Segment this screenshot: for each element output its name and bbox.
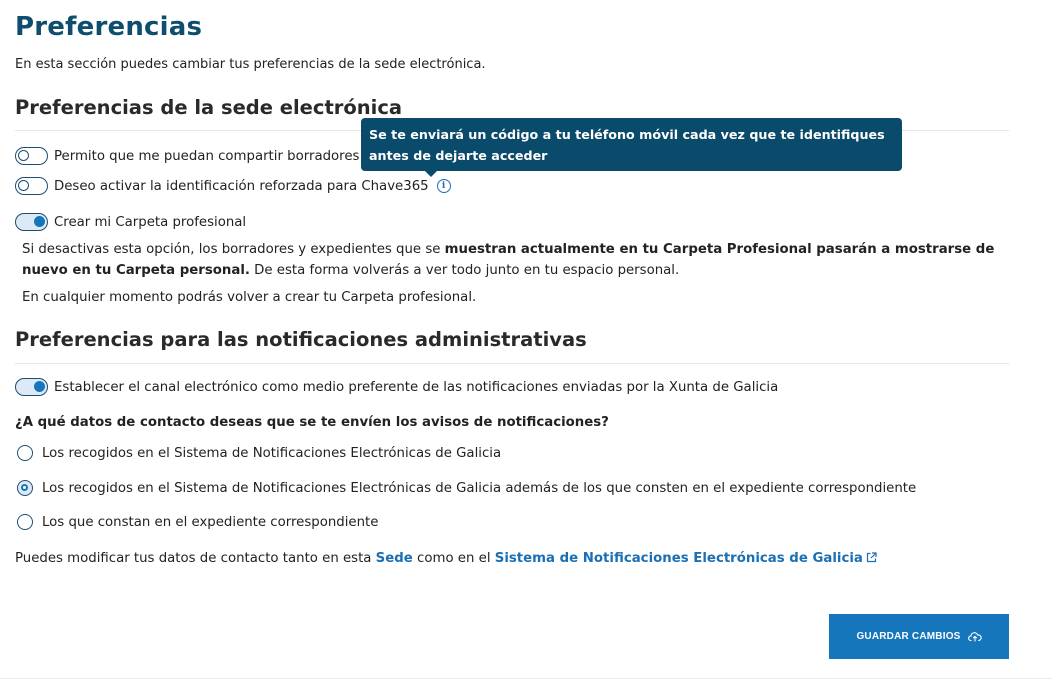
radio-option-sistema-y-expediente[interactable]: Los recogidos en el Sistema de Notificac… xyxy=(17,480,916,496)
toggle-label: Crear mi Carpeta profesional xyxy=(54,214,247,230)
toggle-label: Permito que me puedan compartir borrador… xyxy=(54,148,360,164)
contact-footer: Puedes modificar tus datos de contacto t… xyxy=(15,551,877,566)
toggle-knob xyxy=(18,180,29,191)
carpeta-profesional-toggle[interactable] xyxy=(15,213,48,231)
carpeta-note-text-end: De esta forma volverás a ver todo junto … xyxy=(249,263,680,278)
toggle-knob xyxy=(18,150,29,161)
divider xyxy=(0,678,1052,679)
divider xyxy=(15,363,1009,364)
radio-option-expediente[interactable]: Los que constan en el expediente corresp… xyxy=(17,514,378,530)
identificacion-reforzada-toggle[interactable] xyxy=(15,177,48,195)
identificacion-tooltip: Se te enviará un código a tu teléfono mó… xyxy=(361,118,902,177)
toggle-label: Establecer el canal electrónico como med… xyxy=(54,379,779,395)
carpeta-note: Si desactivas esta opción, los borradore… xyxy=(22,239,1017,281)
notificaciones-heading: Preferencias para las notificaciones adm… xyxy=(15,328,587,351)
canal-electronico-toggle[interactable] xyxy=(15,378,48,396)
radio-button[interactable] xyxy=(17,445,33,461)
compartir-borradores-toggle[interactable] xyxy=(15,147,48,165)
cloud-upload-icon xyxy=(967,632,982,642)
radio-button[interactable] xyxy=(17,514,33,530)
save-button-label: GUARDAR CAMBIOS xyxy=(856,631,961,642)
carpeta-note-2: En cualquier momento podrás volver a cre… xyxy=(22,290,477,305)
info-circle-icon[interactable]: i xyxy=(436,179,451,193)
toggle-knob xyxy=(34,381,45,392)
sede-link[interactable]: Sede xyxy=(376,551,413,566)
carpeta-note-text: Si desactivas esta opción, los borradore… xyxy=(22,242,445,257)
toggle-knob xyxy=(34,216,45,227)
footer-text: Puedes modificar tus datos de contacto t… xyxy=(15,551,376,566)
external-link-icon xyxy=(866,552,877,563)
page-title: Preferencias xyxy=(15,12,203,42)
radio-label: Los recogidos en el Sistema de Notificac… xyxy=(42,445,502,461)
radio-button-selected[interactable] xyxy=(17,480,33,496)
page-intro: En esta sección puedes cambiar tus prefe… xyxy=(15,57,486,72)
toggle-row-canal-electronico: Establecer el canal electrónico como med… xyxy=(15,378,778,396)
footer-text-mid: como en el xyxy=(412,551,495,566)
toggle-row-identificacion-reforzada: Deseo activar la identificación reforzad… xyxy=(15,177,451,195)
radio-label: Los que constan en el expediente corresp… xyxy=(42,514,379,530)
toggle-row-compartir-borradores: Permito que me puedan compartir borrador… xyxy=(15,147,359,165)
toggle-label: Deseo activar la identificación reforzad… xyxy=(54,178,429,194)
radio-label: Los recogidos en el Sistema de Notificac… xyxy=(42,480,917,496)
link-label: Sistema de Notificaciones Electrónicas d… xyxy=(494,551,863,566)
radio-option-sistema[interactable]: Los recogidos en el Sistema de Notificac… xyxy=(17,445,501,461)
contact-question: ¿A qué datos de contacto deseas que se t… xyxy=(15,415,609,430)
save-button[interactable]: GUARDAR CAMBIOS xyxy=(829,614,1009,659)
sistema-notificaciones-link[interactable]: Sistema de Notificaciones Electrónicas d… xyxy=(495,551,877,566)
sede-heading: Preferencias de la sede electrónica xyxy=(15,96,403,119)
toggle-row-carpeta-profesional: Crear mi Carpeta profesional xyxy=(15,213,246,231)
